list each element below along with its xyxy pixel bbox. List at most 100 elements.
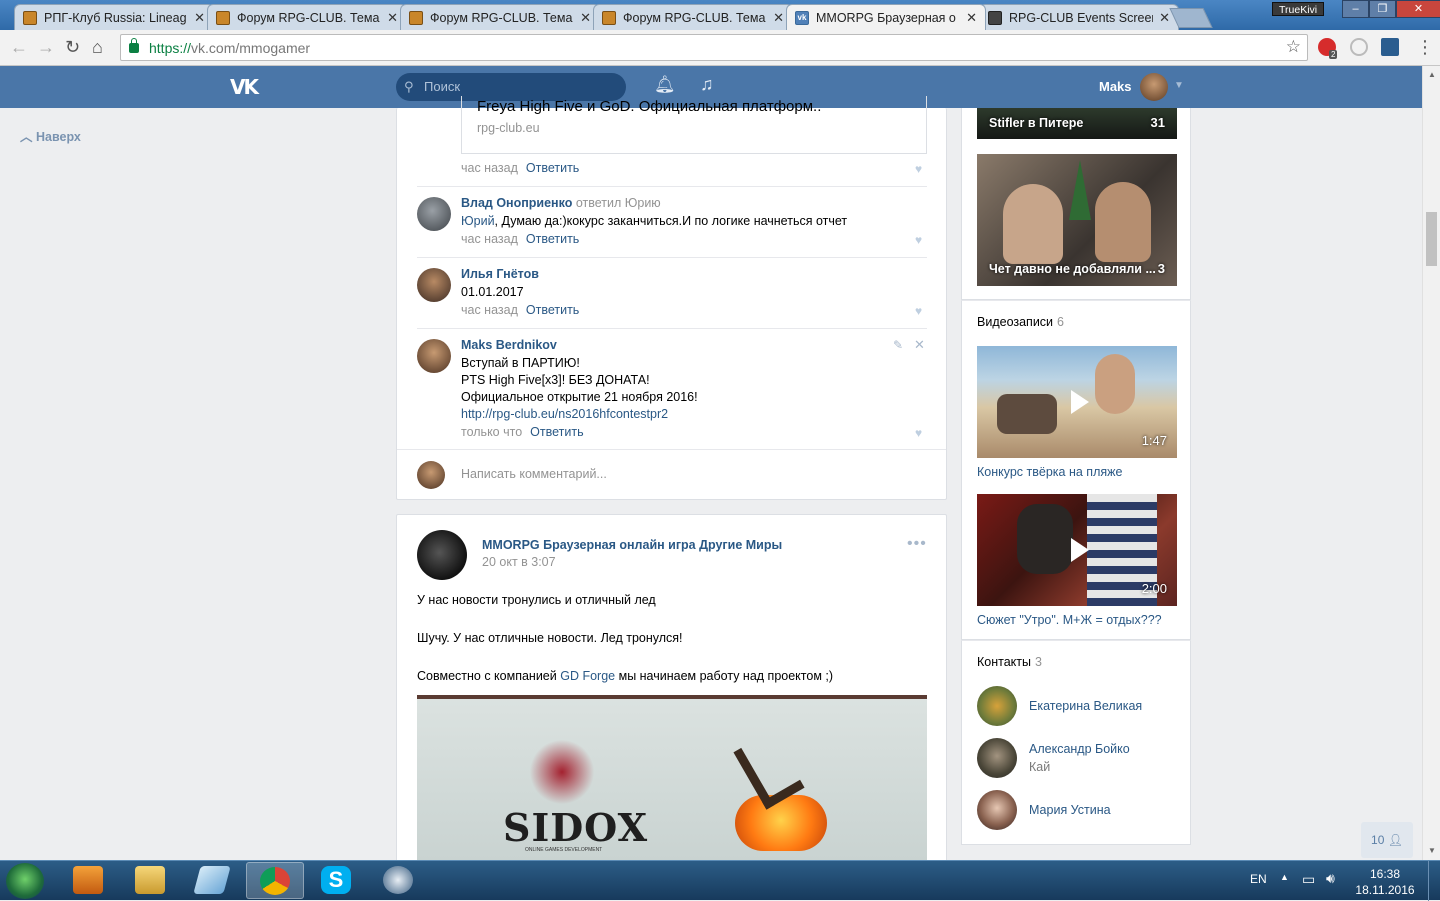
home-icon[interactable]: ⌂ <box>92 37 103 57</box>
post-author[interactable]: MMORPG Браузерная онлайн игра Другие Мир… <box>482 538 782 552</box>
window-close-button[interactable]: ✕ <box>1396 0 1440 18</box>
scrollbar[interactable]: ▲ ▼ <box>1422 66 1440 860</box>
contact-item[interactable]: Александр Бойко Кай <box>977 738 1130 778</box>
music-icon[interactable]: ♫ <box>700 74 714 95</box>
close-icon[interactable]: ✕ <box>966 10 977 26</box>
menu-icon[interactable]: ⋮ <box>1416 37 1434 57</box>
reload-icon[interactable]: ↻ <box>65 37 80 57</box>
like-icon[interactable]: ♥ <box>915 426 922 440</box>
contact-name[interactable]: Александр Бойко Кай <box>1029 740 1130 776</box>
post-card: MMORPG Браузерная онлайн игра Другие Мир… <box>396 514 947 874</box>
close-icon[interactable]: ✕ <box>194 10 205 26</box>
like-icon[interactable]: ♥ <box>915 233 922 247</box>
avatar[interactable] <box>1140 73 1168 101</box>
video-thumb[interactable]: 1:47 <box>977 346 1177 458</box>
avatar[interactable] <box>977 790 1017 830</box>
like-icon[interactable]: ♥ <box>915 304 922 318</box>
close-icon[interactable]: ✕ <box>387 10 398 26</box>
browser-tab[interactable]: RPG-CLUB Events Screen ✕ <box>979 4 1179 30</box>
taskbar-explorer[interactable] <box>122 862 180 899</box>
album-thumb[interactable]: Stifler в Питере 31 <box>977 108 1177 139</box>
reply-button[interactable]: Ответить <box>526 232 579 246</box>
scroll-to-top[interactable]: ︿ Наверх <box>20 126 81 145</box>
comment-author[interactable]: Илья Гнётов <box>461 267 539 281</box>
scroll-up-arrow-icon[interactable]: ▲ <box>1428 70 1436 79</box>
edit-icon[interactable]: ✎ <box>893 338 903 352</box>
post-image[interactable]: SIDOX ONLINE GAMES DEVELOPMENT <box>417 695 927 861</box>
post-date[interactable]: 20 окт в 3:07 <box>482 555 556 569</box>
scroll-down-arrow-icon[interactable]: ▼ <box>1428 846 1436 855</box>
browser-tab[interactable]: Форум RPG-CLUB. Тема ✕ <box>400 4 600 30</box>
bookmark-star-icon[interactable]: ☆ <box>1286 37 1301 57</box>
browser-tab[interactable]: Форум RPG-CLUB. Тема ✕ <box>593 4 793 30</box>
download-icon[interactable] <box>1381 38 1399 56</box>
comment-time: час назад <box>461 161 518 175</box>
reply-button[interactable]: Ответить <box>526 161 579 175</box>
maximize-button[interactable]: ❐ <box>1369 0 1396 18</box>
browser-tab[interactable]: Форум RPG-CLUB. Тема ✕ <box>207 4 407 30</box>
back-icon[interactable]: ← <box>10 37 28 57</box>
comment-author-name[interactable]: Влад Оноприенко <box>461 196 572 210</box>
at-sign-icon[interactable] <box>1350 38 1368 56</box>
friends-online-button[interactable]: 10 👤︎ <box>1361 822 1413 858</box>
link-snippet[interactable]: Freya High Five и GoD. Официальная платф… <box>461 96 927 154</box>
more-icon[interactable]: ••• <box>907 535 927 553</box>
videos-header[interactable]: Видеозаписи 6 <box>977 315 1064 329</box>
video-title[interactable]: Сюжет "Утро". М+Ж = отдых??? <box>977 613 1162 627</box>
avatar[interactable] <box>417 268 451 302</box>
avatar[interactable] <box>417 339 451 373</box>
community-avatar[interactable] <box>417 530 467 580</box>
minimize-button[interactable]: – <box>1342 0 1369 18</box>
video-thumb[interactable]: 2:00 <box>977 494 1177 606</box>
language-indicator[interactable]: EN <box>1250 872 1267 886</box>
close-icon[interactable]: ✕ <box>1159 10 1170 26</box>
comment-author[interactable]: Maks Berdnikov <box>461 338 557 352</box>
play-icon[interactable] <box>1065 388 1091 416</box>
profile-badge[interactable]: TrueKivi <box>1272 2 1325 16</box>
play-icon[interactable] <box>1065 536 1091 564</box>
contact-name[interactable]: Мария Устина <box>1029 801 1111 819</box>
show-desktop-button[interactable] <box>1428 861 1440 901</box>
taskbar-app[interactable] <box>184 862 242 899</box>
taskbar-skype[interactable]: S <box>308 862 366 899</box>
close-icon[interactable]: ✕ <box>773 10 784 26</box>
browser-tab-active[interactable]: vk MMORPG Браузерная о ✕ <box>786 4 986 30</box>
reply-button[interactable]: Ответить <box>530 425 583 439</box>
clock-time: 16:38 <box>1369 867 1401 881</box>
contact-item[interactable]: Екатерина Великая <box>977 686 1142 726</box>
volume-icon[interactable]: 🔊︎ <box>1326 870 1335 887</box>
address-bar[interactable]: https://vk.com/mmogamer ☆ <box>120 34 1308 61</box>
comment-time: час назад <box>461 303 518 317</box>
like-icon[interactable]: ♥ <box>915 162 922 176</box>
avatar[interactable] <box>977 686 1017 726</box>
post-mention-link[interactable]: GD Forge <box>560 669 615 683</box>
comment-input[interactable]: Написать комментарий... <box>461 467 607 481</box>
system-clock[interactable]: 16:38 18.11.2016 <box>1352 866 1418 898</box>
start-button[interactable] <box>6 863 44 899</box>
taskbar-media-player[interactable] <box>60 862 118 899</box>
user-name[interactable]: Maks <box>1099 79 1132 94</box>
mention-link[interactable]: Юрий <box>461 214 495 228</box>
video-title[interactable]: Конкурс твёрка на пляже <box>977 465 1122 479</box>
comment-link[interactable]: http://rpg-club.eu/ns2016hfcontestpr2 <box>461 406 668 423</box>
close-icon[interactable]: ✕ <box>580 10 591 26</box>
scrollbar-thumb[interactable] <box>1426 212 1437 266</box>
album-thumb[interactable]: Чет давно не добавляли ... 3 <box>977 154 1177 286</box>
taskbar-chrome[interactable] <box>246 862 304 899</box>
comment-text: Вступай в ПАРТИЮ! <box>461 356 580 370</box>
contact-name[interactable]: Екатерина Великая <box>1029 697 1142 715</box>
avatar[interactable] <box>977 738 1017 778</box>
forward-icon[interactable]: → <box>37 37 55 57</box>
browser-tab[interactable]: РПГ-Клуб Russia: Lineag ✕ <box>14 4 214 30</box>
taskbar-teamspeak[interactable] <box>370 862 428 899</box>
close-icon[interactable]: ✕ <box>914 337 925 353</box>
tray-expand-icon[interactable]: ▲ <box>1280 872 1289 882</box>
network-icon[interactable]: ▭ <box>1302 871 1315 888</box>
reply-button[interactable]: Ответить <box>526 303 579 317</box>
vk-logo[interactable]: VK <box>230 77 264 97</box>
bell-icon[interactable]: 🔔︎ <box>654 75 676 95</box>
avatar[interactable] <box>417 197 451 231</box>
chevron-down-icon[interactable]: ▼ <box>1174 80 1184 91</box>
videos-block: Видеозаписи 6 1:47 Конкурс твёрка на пляж… <box>961 300 1191 640</box>
contact-item[interactable]: Мария Устина <box>977 790 1111 830</box>
